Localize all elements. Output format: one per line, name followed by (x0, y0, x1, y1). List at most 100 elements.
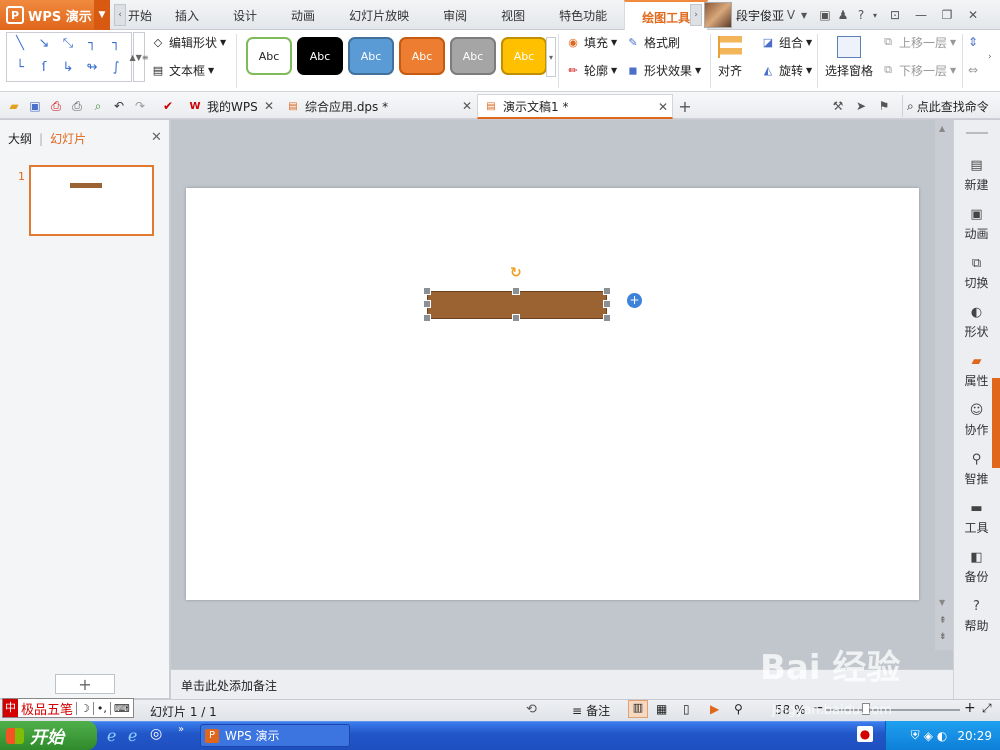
tab-home[interactable]: 开始 (128, 0, 158, 30)
line-icon[interactable]: ╲ (11, 37, 29, 51)
curved-connector-icon[interactable]: ſ (35, 61, 53, 75)
doc-tab-my-wps[interactable]: W 我的WPS ✕ (182, 94, 278, 119)
rotate-button[interactable]: ◭ 旋转 ▼ (760, 60, 812, 80)
tool-icon[interactable]: ⚒ (830, 98, 846, 114)
tab-design[interactable]: 设计 (216, 0, 274, 30)
undo-icon[interactable]: ↶ (111, 98, 127, 114)
elbow-double-arrow-icon[interactable]: └ (11, 61, 29, 75)
curved-double-arrow-icon[interactable]: ↬ (83, 61, 101, 75)
browser-icon[interactable]: ℯ (128, 726, 137, 745)
resize-handle[interactable] (603, 300, 611, 308)
close-icon[interactable]: ✕ (462, 99, 472, 113)
align-button[interactable]: 对齐 (718, 36, 742, 79)
ribbon-scroll-right-icon[interactable]: › (988, 52, 992, 62)
resize-handle[interactable] (603, 287, 611, 295)
customize-quick-access-icon[interactable]: ✔ (160, 98, 176, 114)
resize-handle[interactable] (423, 314, 431, 322)
quicklaunch-icon[interactable]: ◎ (150, 726, 162, 742)
ime-toolbar[interactable]: 中 极品五笔 ☽ •, ⌨ (2, 698, 134, 718)
fit-window-icon[interactable]: ⤢ (982, 701, 992, 716)
resize-handle[interactable] (423, 287, 431, 295)
print-icon[interactable]: ⎙ (69, 98, 85, 114)
tab-animation[interactable]: 动画 (274, 0, 332, 30)
notes-toggle[interactable]: ≡ 备注 (572, 702, 610, 719)
reading-view-icon[interactable]: ▯ (683, 702, 690, 716)
find-command[interactable]: ⌕ 点此查找命令 (902, 95, 989, 117)
gallery-scroll[interactable]: ▲▼≡ (130, 32, 149, 82)
new-tab-icon[interactable]: + (677, 97, 693, 116)
scroll-down-icon[interactable]: ▼ (939, 598, 945, 607)
group-button[interactable]: ◪ 组合 ▼ (760, 32, 812, 52)
close-icon[interactable]: ✕ (264, 99, 274, 113)
distribute-horizontal-icon[interactable]: ⇔ (968, 60, 978, 80)
close-icon[interactable]: ✕ (964, 6, 982, 24)
tab-scroll-left-icon[interactable]: ‹ (114, 4, 126, 26)
scroll-up-icon[interactable]: ▲ (939, 124, 945, 133)
right-bar-item-animation[interactable]: ▣ 动画 (953, 206, 1000, 242)
right-bar-item-backup[interactable]: ◧ 备份 (953, 549, 1000, 585)
freeform-icon[interactable]: ∫ (107, 61, 125, 75)
tab-insert[interactable]: 插入 (158, 0, 216, 30)
minimize-icon[interactable]: — (912, 6, 930, 24)
ime-mode[interactable]: 中 (3, 699, 18, 717)
right-bar-item-tools[interactable]: ▬ 工具 (953, 500, 1000, 536)
resize-handle[interactable] (423, 300, 431, 308)
elbow-arrow-icon[interactable]: ┐ (107, 37, 125, 51)
next-slide-icon[interactable]: ⇟ (939, 632, 947, 642)
chevron-down-icon[interactable]: ▼ (798, 6, 810, 24)
vertical-scrollbar[interactable]: ▲ ▼ ⇞ ⇟ (935, 120, 953, 650)
calendar-icon[interactable]: ▣ (816, 6, 834, 24)
doc-tab-presentation1[interactable]: ▤ 演示文稿1 * ✕ (477, 94, 673, 119)
soft-keyboard-icon[interactable]: ⌨ (109, 701, 133, 715)
skin-icon[interactable]: ♟ (834, 6, 852, 24)
comment-icon[interactable]: ⚑ (876, 98, 892, 114)
close-icon[interactable]: ✕ (658, 100, 668, 114)
outline-button[interactable]: ✏ 轮廓 ▼ (565, 60, 617, 80)
help-icon[interactable]: ? (852, 6, 870, 24)
save-icon[interactable]: ▣ (27, 98, 43, 114)
chevron-down-icon[interactable]: ▼ (94, 0, 110, 30)
rotate-handle-icon[interactable]: ↻ (510, 266, 524, 280)
play-slideshow-icon[interactable]: ▶ (710, 702, 719, 716)
fill-button[interactable]: ◉ 填充 ▼ (565, 32, 617, 52)
shape-effect-button[interactable]: ◼ 形状效果 ▼ (625, 60, 701, 80)
resize-handle[interactable] (512, 314, 520, 322)
avatar[interactable] (704, 2, 732, 28)
doc-tab-zonghe[interactable]: ▤ 综合应用.dps * ✕ (280, 94, 476, 119)
history-icon[interactable]: ⟲ (526, 702, 537, 717)
right-bar-item-transition[interactable]: ⧉ 切换 (953, 255, 1000, 291)
locate-icon[interactable]: ⚲ (734, 702, 743, 716)
shape-style-option[interactable]: Abc (297, 37, 343, 75)
app-menu-button[interactable]: P WPS 演示 ▼ (0, 0, 110, 30)
ie-browser-icon[interactable]: ℯ (107, 726, 116, 745)
slide-sorter-icon[interactable]: ▦ (656, 702, 667, 716)
selection-pane-button[interactable]: 选择窗格 (825, 36, 873, 79)
prev-slide-icon[interactable]: ⇞ (939, 616, 947, 626)
volume-icon[interactable]: ◐ (937, 729, 947, 743)
quick-add-icon[interactable]: + (627, 293, 642, 308)
slide-canvas[interactable] (186, 188, 919, 600)
export-pdf-icon[interactable]: ⎙ (48, 98, 64, 114)
record-icon[interactable]: ● (857, 726, 873, 742)
resize-handle[interactable] (512, 287, 520, 295)
shield-icon[interactable]: ◈ (924, 729, 933, 743)
right-bar-item-shape[interactable]: ◐ 形状 (953, 304, 1000, 340)
share-icon[interactable]: ➤ (853, 98, 869, 114)
tab-slideshow[interactable]: 幻灯片放映 (332, 0, 426, 30)
send-backward-button[interactable]: ⧉ 下移一层 ▼ (880, 60, 956, 80)
curved-arrow-icon[interactable]: ↳ (59, 61, 77, 75)
double-arrow-line-icon[interactable]: ⤡ (59, 37, 77, 51)
maximize-icon[interactable]: ❐ (938, 6, 956, 24)
user-name[interactable]: 段宇俊亚 (736, 7, 784, 24)
restore-window-icon[interactable]: ⊡ (886, 6, 904, 24)
open-folder-icon[interactable]: ▰ (6, 98, 22, 114)
shape-style-option[interactable]: Abc (246, 37, 292, 75)
elbow-connector-icon[interactable]: ┐ (83, 37, 101, 51)
clock[interactable]: 20:29 (957, 729, 992, 743)
redo-icon[interactable]: ↷ (132, 98, 148, 114)
text-box-button[interactable]: ▤ 文本框 ▼ (150, 60, 214, 80)
tab-view[interactable]: 视图 (484, 0, 542, 30)
zoom-in-icon[interactable]: + (964, 700, 976, 716)
edit-shape-button[interactable]: ◇ 编辑形状 ▼ (150, 32, 226, 52)
right-bar-item-help[interactable]: ? 帮助 (953, 598, 1000, 634)
